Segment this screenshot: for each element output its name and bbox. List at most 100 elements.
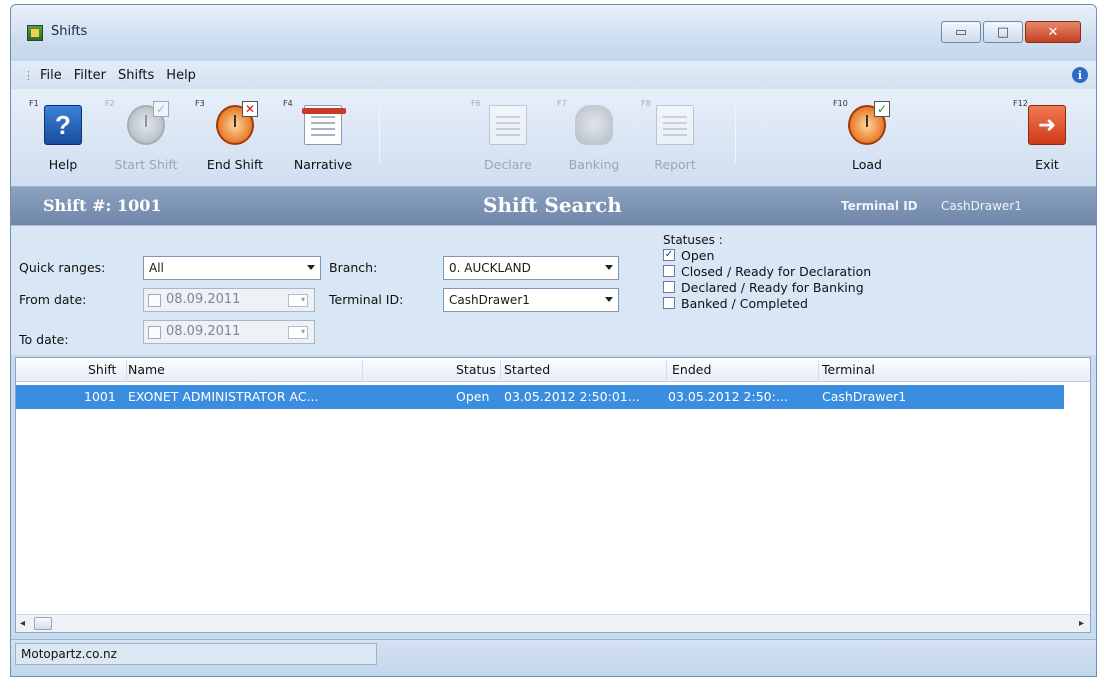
terminal-id-select[interactable]: CashDrawer1 — [443, 288, 619, 312]
start-shift-key: F2 — [105, 99, 115, 108]
terminal-id-filter-label: Terminal ID: — [329, 292, 404, 307]
cell-shift: 1001 — [84, 389, 116, 404]
report-button[interactable]: F8 Report — [641, 89, 705, 185]
banked-checkbox[interactable] — [663, 297, 675, 309]
header-band: Shift #: 1001 Shift Search Terminal ID C… — [11, 187, 1096, 225]
status-option-label: Closed / Ready for Declaration — [681, 263, 872, 279]
calendar-icon[interactable]: ▾ — [288, 326, 308, 339]
menu-help[interactable]: Help — [166, 68, 196, 83]
minimize-button[interactable]: ▭ — [941, 21, 981, 43]
declare-label: Declare — [484, 157, 532, 172]
open-checkbox[interactable]: ✓ — [663, 249, 675, 261]
cell-started: 03.05.2012 2:50:01... — [504, 389, 640, 404]
start-shift-label: Start Shift — [114, 157, 178, 172]
menu-grip-icon: ⋮ — [23, 68, 34, 82]
column-divider[interactable] — [666, 360, 667, 380]
window-title: Shifts — [51, 24, 88, 39]
toolbar: F1 ? Help F2 ✓ Start Shift F3 ✕ End Shif… — [11, 89, 1096, 187]
status-option-declared[interactable]: Declared / Ready for Banking — [663, 279, 871, 295]
from-date-picker[interactable]: 08.09.2011 ▾ — [143, 288, 315, 312]
quick-ranges-label: Quick ranges: — [19, 260, 106, 275]
terminal-id-value: CashDrawer1 — [941, 199, 1022, 213]
banking-button[interactable]: F7 Banking — [557, 89, 627, 185]
column-header-shift[interactable]: Shift — [88, 362, 116, 377]
load-icon: ✓ — [848, 101, 890, 145]
title-bar: Shifts ▭ □ ✕ — [11, 5, 1096, 61]
declared-checkbox[interactable] — [663, 281, 675, 293]
column-divider[interactable] — [500, 360, 501, 380]
from-date-label: From date: — [19, 292, 87, 307]
table-header: Shift Name Status Started Ended Terminal — [16, 358, 1090, 382]
horizontal-scrollbar[interactable]: ◂ ▸ — [16, 614, 1090, 632]
load-key: F10 — [833, 99, 848, 108]
declare-key: F6 — [471, 99, 481, 108]
quick-ranges-select[interactable]: All — [143, 256, 321, 280]
toolbar-separator — [379, 107, 380, 163]
end-shift-button[interactable]: F3 ✕ End Shift — [195, 89, 271, 185]
help-button[interactable]: F1 ? Help — [29, 89, 93, 185]
cell-ended: 03.05.2012 2:50:... — [668, 389, 788, 404]
to-date-value: 08.09.2011 — [166, 324, 241, 339]
report-label: Report — [654, 157, 696, 172]
scroll-right-icon[interactable]: ▸ — [1079, 618, 1084, 629]
report-icon — [656, 105, 694, 145]
branch-label: Branch: — [329, 260, 378, 275]
shifts-window: Shifts ▭ □ ✕ ⋮ File Filter Shifts Help i… — [10, 4, 1097, 677]
money-bag-icon — [575, 105, 613, 145]
column-header-status[interactable]: Status — [456, 362, 496, 377]
toolbar-separator — [735, 107, 736, 163]
shifts-table: Shift Name Status Started Ended Terminal… — [15, 357, 1091, 633]
column-header-name[interactable]: Name — [128, 362, 165, 377]
to-date-picker[interactable]: 08.09.2011 ▾ — [143, 320, 315, 344]
app-icon — [27, 25, 43, 41]
cross-badge-icon: ✕ — [242, 101, 258, 117]
menu-file[interactable]: File — [40, 68, 62, 83]
maximize-button[interactable]: □ — [983, 21, 1023, 43]
status-bar-panel: Motopartz.co.nz — [15, 643, 377, 665]
column-divider[interactable] — [362, 360, 363, 380]
from-date-checkbox[interactable] — [148, 294, 161, 307]
narrative-label: Narrative — [293, 157, 353, 172]
status-option-banked[interactable]: Banked / Completed — [663, 295, 871, 311]
dropdown-arrow-icon — [605, 297, 613, 302]
column-header-terminal[interactable]: Terminal — [822, 362, 875, 377]
end-shift-icon: ✕ — [216, 101, 258, 145]
column-divider[interactable] — [818, 360, 819, 380]
declare-button[interactable]: F6 Declare — [471, 89, 541, 185]
scroll-thumb[interactable] — [34, 617, 52, 630]
column-divider[interactable] — [126, 360, 127, 380]
cell-terminal: CashDrawer1 — [822, 389, 907, 404]
branch-select[interactable]: 0. AUCKLAND — [443, 256, 619, 280]
cell-status: Open — [456, 389, 490, 404]
load-label: Load — [852, 157, 882, 172]
to-date-checkbox[interactable] — [148, 326, 161, 339]
dropdown-arrow-icon — [605, 265, 613, 270]
column-header-started[interactable]: Started — [504, 362, 550, 377]
report-key: F8 — [641, 99, 651, 108]
declare-icon — [489, 105, 527, 145]
info-icon[interactable]: i — [1072, 67, 1088, 83]
menu-filter[interactable]: Filter — [74, 68, 106, 83]
status-option-open[interactable]: ✓ Open — [663, 247, 871, 263]
shift-number: Shift #: 1001 — [43, 196, 162, 215]
status-bar: Motopartz.co.nz — [11, 639, 1096, 676]
start-shift-button[interactable]: F2 ✓ Start Shift — [105, 89, 183, 185]
status-option-closed[interactable]: Closed / Ready for Declaration — [663, 263, 871, 279]
help-icon: ? — [44, 105, 82, 145]
check-badge-icon: ✓ — [153, 101, 169, 117]
column-header-ended[interactable]: Ended — [672, 362, 711, 377]
calendar-icon[interactable]: ▾ — [288, 294, 308, 307]
scroll-left-icon[interactable]: ◂ — [20, 618, 25, 629]
exit-button[interactable]: F12 ➜ Exit — [1013, 89, 1077, 185]
narrative-icon — [302, 105, 346, 145]
closed-checkbox[interactable] — [663, 265, 675, 277]
load-button[interactable]: F10 ✓ Load — [833, 89, 897, 185]
narrative-button[interactable]: F4 Narrative — [283, 89, 359, 185]
menu-shifts[interactable]: Shifts — [118, 68, 154, 83]
check-badge-icon: ✓ — [874, 101, 890, 117]
close-button[interactable]: ✕ — [1025, 21, 1081, 43]
menu-bar: ⋮ File Filter Shifts Help i — [11, 61, 1096, 89]
table-row[interactable]: 1001 EXONET ADMINISTRATOR AC... Open 03.… — [16, 385, 1064, 409]
exit-key: F12 — [1013, 99, 1028, 108]
from-date-value: 08.09.2011 — [166, 292, 241, 307]
